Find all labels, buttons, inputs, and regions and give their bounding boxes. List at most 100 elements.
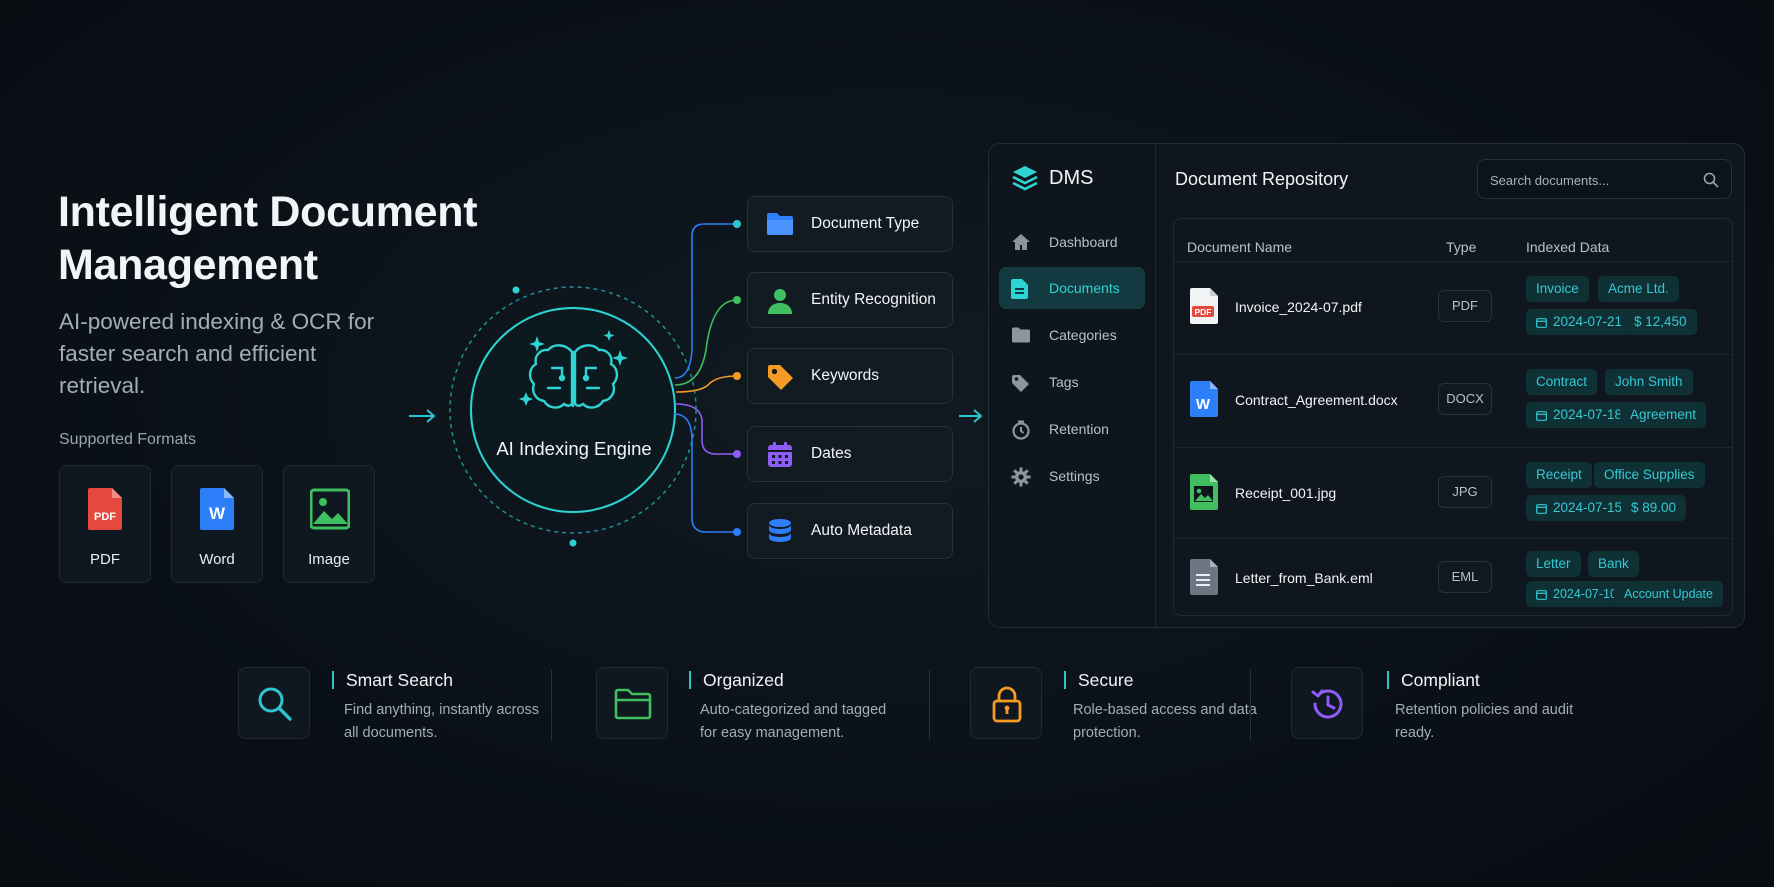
- file-name[interactable]: Receipt_001.jpg: [1235, 485, 1336, 501]
- tag-icon: [768, 365, 793, 390]
- date-tag[interactable]: 2024-07-21: [1526, 309, 1633, 335]
- nav-item-tags[interactable]: Tags: [999, 361, 1145, 403]
- date-value: 2024-07-21: [1553, 314, 1623, 329]
- calendar-icon: [1536, 411, 1547, 421]
- dms-sidebar: DMS Dashboard Documents Categories Tags …: [989, 144, 1156, 627]
- search-box[interactable]: [1477, 159, 1732, 199]
- repository-title: Document Repository: [1175, 169, 1349, 189]
- nav-item-settings[interactable]: Settings: [999, 455, 1145, 497]
- table-row[interactable]: W Contract_Agreement.docx DOCX Contract …: [1174, 354, 1732, 447]
- nav-item-documents[interactable]: Documents: [999, 267, 1145, 309]
- type-badge: DOCX: [1438, 383, 1492, 415]
- benefit-icon-box: [1291, 667, 1363, 739]
- date-tag[interactable]: 2024-07-15: [1526, 495, 1633, 521]
- table-row[interactable]: Letter_from_Bank.eml EML Letter Bank 202…: [1174, 538, 1732, 615]
- table-row[interactable]: Receipt_001.jpg JPG Receipt Office Suppl…: [1174, 447, 1732, 538]
- column-header-name: Document Name: [1187, 239, 1293, 255]
- person-icon: [768, 289, 792, 314]
- benefit-icon-box: [596, 667, 668, 739]
- word-file-icon: W: [1190, 381, 1218, 417]
- nav-item-categories[interactable]: Categories: [999, 314, 1145, 356]
- clock-history-icon: [1311, 689, 1343, 719]
- benefit-desc: Retention policies and audit ready.: [1395, 702, 1574, 741]
- indexed-tag[interactable]: Office Supplies: [1594, 462, 1705, 488]
- folder-icon: [614, 688, 652, 720]
- svg-text:PDF: PDF: [1195, 307, 1212, 317]
- file-name[interactable]: Invoice_2024-07.pdf: [1235, 299, 1362, 315]
- connector-auto-metadata: [673, 413, 737, 533]
- file-name[interactable]: Letter_from_Bank.eml: [1235, 570, 1373, 586]
- brand-name: DMS: [1049, 166, 1094, 189]
- date-value: 2024-07-18: [1553, 407, 1623, 422]
- feature-label: Keywords: [811, 367, 880, 384]
- date-tag[interactable]: 2024-07-18: [1526, 402, 1633, 428]
- nav-item-dashboard[interactable]: Dashboard: [999, 221, 1145, 263]
- search-icon[interactable]: [1703, 172, 1719, 188]
- svg-text:W: W: [1196, 396, 1211, 413]
- document-icon: [1011, 279, 1028, 299]
- benefit-title: Organized: [689, 671, 784, 689]
- dms-window: DMS Dashboard Documents Categories Tags …: [988, 143, 1745, 628]
- date-tag[interactable]: 2024-07-10: [1526, 581, 1627, 607]
- home-icon: [1012, 234, 1030, 250]
- nav-label: Documents: [1049, 280, 1120, 296]
- indexed-tag[interactable]: Receipt: [1526, 462, 1592, 488]
- tag-icon: [1012, 375, 1029, 392]
- image-file-icon: [1190, 474, 1218, 510]
- indexed-tag[interactable]: Letter: [1526, 551, 1581, 577]
- timer-icon: [1012, 420, 1030, 440]
- dms-brand[interactable]: DMS: [1011, 162, 1093, 194]
- documents-table: Document Name Type Indexed Data PDF Invo…: [1173, 218, 1733, 616]
- indexed-tag[interactable]: Contract: [1526, 369, 1598, 395]
- benefit-divider: [929, 670, 930, 740]
- search-icon: [258, 687, 292, 721]
- connector-entity: [674, 299, 738, 386]
- type-badge: EML: [1438, 561, 1492, 593]
- pdf-file-icon: PDF: [1190, 288, 1218, 324]
- ring-node-top: [512, 286, 520, 294]
- feature-entity-recognition: Entity Recognition: [747, 272, 953, 328]
- indexed-tag[interactable]: Invoice: [1526, 276, 1589, 302]
- search-input[interactable]: [1490, 168, 1690, 192]
- layers-logo-icon: [1012, 166, 1038, 191]
- engine-label: AI Indexing Engine: [496, 438, 652, 459]
- feature-label: Auto Metadata: [811, 522, 912, 539]
- engine-circle: [470, 307, 676, 513]
- benefit-desc: Find anything, instantly across all docu…: [344, 702, 540, 741]
- table-row[interactable]: PDF Invoice_2024-07.pdf PDF Invoice Acme…: [1174, 261, 1732, 354]
- benefit-desc: Role-based access and data protection.: [1073, 702, 1257, 741]
- benefit-title: Compliant: [1387, 671, 1480, 689]
- indexed-tag[interactable]: Acme Ltd.: [1598, 276, 1679, 302]
- indexed-tag[interactable]: $ 89.00: [1621, 495, 1687, 521]
- indexed-tag[interactable]: Bank: [1588, 551, 1639, 577]
- feature-dates: Dates: [747, 426, 953, 482]
- indexed-tag[interactable]: Account Update: [1614, 581, 1723, 607]
- email-file-icon: [1190, 559, 1218, 595]
- benefit-title: Secure: [1064, 671, 1133, 689]
- nav-label: Settings: [1049, 468, 1100, 484]
- folder-icon: [1012, 327, 1030, 343]
- indexed-tag[interactable]: Agreement: [1620, 402, 1707, 428]
- ring-node-bottom: [569, 539, 577, 547]
- connector-dates: [675, 403, 737, 455]
- nav-label: Categories: [1049, 327, 1117, 343]
- calendar-icon: [768, 442, 792, 467]
- date-value: 2024-07-10: [1553, 587, 1617, 601]
- folder-icon: [767, 213, 793, 235]
- file-name[interactable]: Contract_Agreement.docx: [1235, 392, 1398, 408]
- nav-label: Dashboard: [1049, 234, 1118, 250]
- feature-document-type: Document Type: [747, 196, 953, 252]
- connector-document-type: [674, 223, 737, 379]
- lock-icon: [992, 686, 1022, 723]
- type-badge: PDF: [1438, 290, 1492, 322]
- calendar-icon: [1536, 318, 1547, 328]
- feature-auto-metadata: Auto Metadata: [747, 503, 953, 559]
- column-header-type: Type: [1446, 239, 1477, 255]
- indexed-tag[interactable]: $ 12,450: [1624, 309, 1697, 335]
- arrow-into-dms-icon: [959, 409, 983, 423]
- indexed-tag[interactable]: John Smith: [1605, 369, 1693, 395]
- nav-item-retention[interactable]: Retention: [999, 408, 1145, 450]
- feature-keywords: Keywords: [747, 348, 953, 404]
- gear-icon: [1011, 467, 1031, 487]
- feature-label: Document Type: [811, 215, 920, 232]
